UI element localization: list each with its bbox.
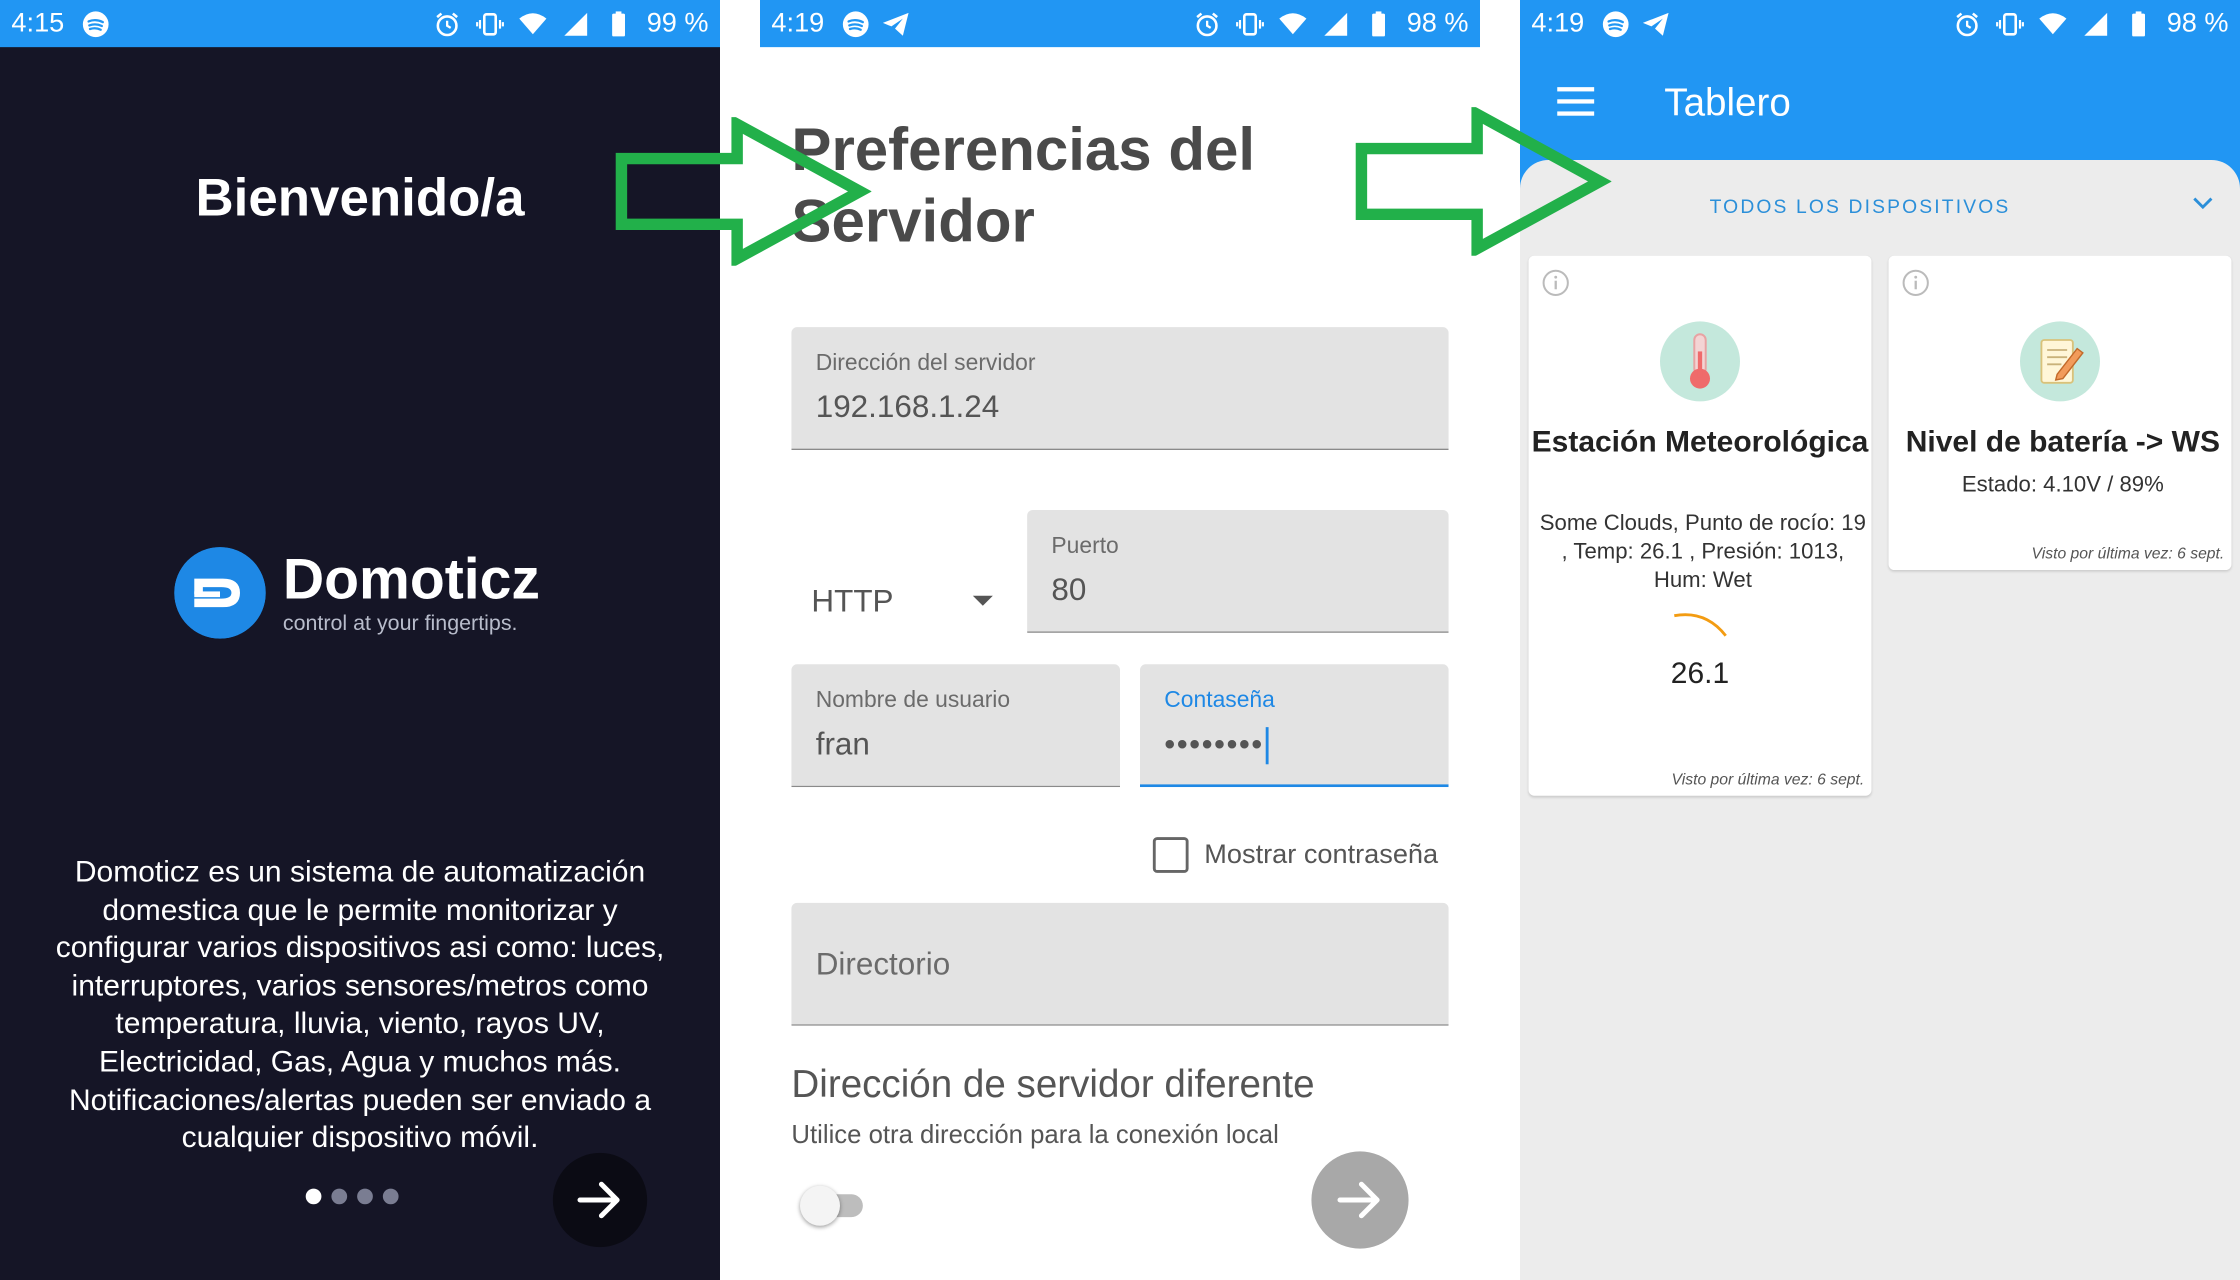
next-button[interactable]: [1311, 1151, 1409, 1249]
page-dot: [357, 1188, 373, 1205]
checkbox-box[interactable]: [1152, 837, 1189, 873]
domoticz-logo-icon: [174, 547, 266, 639]
wifi-icon: [1278, 9, 1307, 38]
device-card[interactable]: Estación Meteorológica Some Clouds, Punt…: [1528, 255, 1872, 796]
telegram-icon: [1641, 9, 1670, 38]
dashboard-title: Tablero: [1664, 81, 1791, 125]
gauge-arc: [1674, 613, 1727, 637]
device-status: Estado: 4.10V / 89%: [1961, 472, 2164, 498]
page-indicator: [305, 1188, 399, 1205]
wifi-icon: [2038, 9, 2067, 38]
show-password-label: Mostrar contraseña: [1204, 839, 1439, 870]
alarm-icon: [1192, 9, 1221, 38]
password-field[interactable]: Contaseña ••••••••: [1139, 664, 1449, 788]
vibrate-icon: [1995, 9, 2024, 38]
signal-icon: [561, 9, 590, 38]
directory-field[interactable]: Directorio: [791, 902, 1449, 1026]
port-field[interactable]: Puerto 80: [1027, 509, 1449, 633]
battery-icon: [1364, 9, 1393, 38]
arrow-right-icon: [1337, 1181, 1380, 1219]
toggle-thumb[interactable]: [799, 1185, 840, 1226]
text-cursor: [1265, 727, 1269, 765]
different-server-toggle[interactable]: [799, 1185, 866, 1226]
app-bar: Tablero: [1520, 47, 2240, 161]
page-dot: [331, 1188, 348, 1205]
server-address-label: Dirección del servidor: [815, 351, 1036, 376]
device-name: Nivel de batería -> WS: [1905, 425, 2220, 459]
status-time: 4:19: [771, 7, 825, 38]
logo-tagline: control at your fingertips.: [282, 610, 518, 635]
last-seen: Visto por última vez: 6 sept.: [1671, 771, 1865, 789]
status-bar: 4:19 98 %: [759, 0, 1480, 48]
battery-percent: 98 %: [1406, 7, 1469, 38]
flow-arrow-icon: [1355, 107, 1612, 256]
password-value: ••••••••: [1164, 725, 1264, 762]
vibrate-icon: [1235, 9, 1264, 38]
battery-percent: 98 %: [2166, 7, 2229, 38]
welcome-title: Bienvenido/a: [195, 168, 525, 228]
chevron-down-icon[interactable]: [2191, 193, 2214, 213]
device-card[interactable]: Nivel de batería -> WS Estado: 4.10V / 8…: [1888, 255, 2232, 570]
username-label: Nombre de usuario: [815, 688, 1011, 713]
alarm-icon: [1952, 9, 1981, 38]
flow-arrow-icon: [615, 117, 872, 266]
thermometer-icon: [1659, 321, 1740, 402]
username-value: fran: [815, 725, 870, 762]
protocol-select[interactable]: HTTP: [811, 583, 997, 632]
username-field[interactable]: Nombre de usuario fran: [791, 664, 1120, 788]
alarm-icon: [432, 9, 461, 38]
logo-name: Domoticz: [282, 547, 540, 611]
telegram-icon: [881, 9, 910, 38]
directory-placeholder: Directorio: [815, 945, 951, 982]
device-status: Some Clouds, Punto de rocío: 19 , Temp: …: [1539, 511, 1866, 593]
dashboard-screen: 4:19 98 % Tablero TODOS LOS DISPOSITIVOS…: [1519, 0, 2240, 1280]
page-title: Preferencias del Servidor: [791, 115, 1256, 255]
different-server-title: Dirección de servidor diferente: [791, 1062, 1315, 1106]
next-button[interactable]: [552, 1152, 648, 1248]
status-bar: 4:19 98 %: [1519, 0, 2240, 48]
page-dot: [305, 1188, 322, 1205]
status-time: 4:15: [11, 7, 65, 38]
battery-icon: [2124, 9, 2153, 38]
server-address-value: 192.168.1.24: [815, 388, 1000, 425]
info-icon[interactable]: [1901, 269, 1930, 298]
welcome-screen: 4:15 99 % Bienvenido/a Domoticz control …: [0, 0, 720, 1280]
battery-icon: [604, 9, 633, 38]
battery-percent: 99 %: [646, 7, 709, 38]
info-icon[interactable]: [1541, 269, 1570, 298]
show-password-checkbox[interactable]: Mostrar contraseña: [1152, 837, 1439, 873]
port-label: Puerto: [1051, 534, 1119, 559]
welcome-description: Domoticz es un sistema de automatización…: [55, 855, 665, 1152]
different-server-subtitle: Utilice otra dirección para la conexión …: [791, 1119, 1279, 1149]
password-label: Contaseña: [1164, 688, 1275, 713]
spotify-icon: [81, 9, 110, 38]
dropdown-caret-icon[interactable]: [971, 594, 994, 608]
spotify-icon: [841, 9, 870, 38]
domoticz-logo: Domoticz control at your fingertips.: [174, 547, 540, 639]
temperature-value: 26.1: [1670, 657, 1730, 690]
status-bar: 4:15 99 %: [0, 0, 720, 48]
notepad-icon: [2019, 321, 2100, 402]
signal-icon: [2081, 9, 2110, 38]
spotify-icon: [1601, 9, 1630, 38]
status-time: 4:19: [1531, 7, 1585, 38]
vibrate-icon: [475, 9, 504, 38]
device-filter-dropdown[interactable]: TODOS LOS DISPOSITIVOS: [1520, 196, 2200, 217]
port-value: 80: [1051, 571, 1087, 608]
signal-icon: [1321, 9, 1350, 38]
last-seen: Visto por última vez: 6 sept.: [2031, 545, 2225, 563]
dashboard-body: TODOS LOS DISPOSITIVOS Estación Meteorol…: [1519, 159, 2240, 1280]
wifi-icon: [518, 9, 547, 38]
arrow-right-icon: [577, 1181, 620, 1219]
server-address-field[interactable]: Dirección del servidor 192.168.1.24: [791, 327, 1449, 450]
device-name: Estación Meteorológica: [1531, 425, 1869, 459]
page-dot: [382, 1188, 399, 1205]
